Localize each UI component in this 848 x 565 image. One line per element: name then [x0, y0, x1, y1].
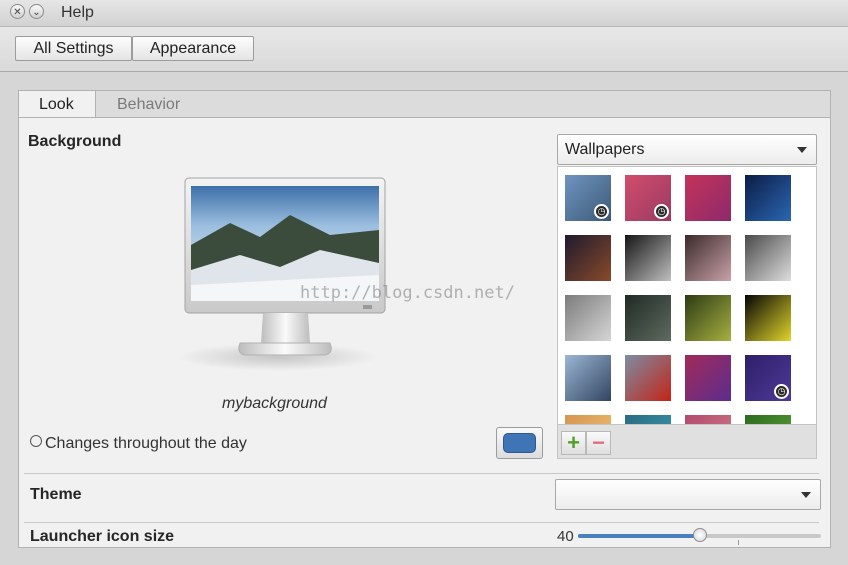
pink-abstract-thumb[interactable]: ◷ — [625, 175, 671, 221]
changes-throughout-day-text: Changes throughout the day — [45, 435, 247, 452]
wallpaper-source-value: Wallpapers — [565, 141, 645, 158]
theme-combo[interactable] — [555, 479, 821, 510]
launcher-icon-size-slider[interactable] — [578, 528, 821, 545]
violet-gradient-thumb[interactable] — [685, 355, 731, 401]
toolbar: All Settings Appearance — [0, 27, 848, 72]
sunset-thumb[interactable] — [565, 415, 611, 424]
appearance-button[interactable]: Appearance — [132, 36, 254, 61]
green-thumb[interactable] — [745, 415, 791, 424]
teal-thumb[interactable] — [625, 415, 671, 424]
slider-tick — [738, 540, 739, 545]
preview-name: mybackground — [222, 395, 327, 412]
chevron-down-icon: ⌄ — [32, 7, 41, 18]
add-wallpaper-button[interactable]: + — [561, 431, 586, 455]
minus-icon: − — [592, 430, 605, 455]
yellow-flower-thumb[interactable] — [745, 295, 791, 341]
tab-look[interactable]: Look — [19, 91, 96, 120]
close-icon: ✕ — [13, 7, 22, 18]
slideshow-clock-icon: ◷ — [594, 204, 609, 219]
slider-fill — [578, 534, 700, 538]
gallery-toolbar: + − — [557, 425, 817, 459]
tab-strip: Look Behavior — [18, 90, 831, 120]
magenta-abstract-thumb[interactable] — [685, 175, 731, 221]
blue-planet-thumb[interactable] — [745, 175, 791, 221]
remove-wallpaper-button[interactable]: − — [586, 431, 611, 455]
tab-behavior[interactable]: Behavior — [97, 91, 200, 119]
slideshow-clock-icon: ◷ — [654, 204, 669, 219]
misty-lake-thumb[interactable] — [565, 355, 611, 401]
night-sky-thumb[interactable] — [565, 235, 611, 281]
purple-pattern-thumb[interactable]: ◷ — [745, 355, 791, 401]
slideshow-clock-icon: ◷ — [774, 384, 789, 399]
launcher-icon-size-label: Launcher icon size — [30, 528, 175, 545]
monitor-icon — [178, 177, 386, 371]
dark-texture-thumb[interactable] — [625, 295, 671, 341]
window-menu-button[interactable]: ⌄ — [29, 4, 44, 19]
window-title: Help — [61, 4, 94, 21]
clock-thumb[interactable] — [625, 235, 671, 281]
bird-thumb[interactable] — [685, 295, 731, 341]
watermark-text: http://blog.csdn.net/ — [300, 283, 515, 303]
dropdown-arrow-icon — [801, 492, 811, 498]
beads-thumb[interactable] — [685, 235, 731, 281]
title-bar: ✕ ⌄ Help — [0, 0, 848, 27]
slider-handle[interactable] — [693, 528, 707, 542]
wallpaper-source-combo[interactable]: Wallpapers — [557, 134, 817, 165]
separator — [24, 473, 819, 474]
mountains-thumb[interactable]: ◷ — [565, 175, 611, 221]
color-picker-button[interactable] — [496, 427, 543, 459]
grass-thumb[interactable] — [745, 235, 791, 281]
color-swatch — [503, 433, 536, 453]
theme-label: Theme — [30, 486, 82, 503]
rose-thumb[interactable] — [685, 415, 731, 424]
dropdown-arrow-icon — [797, 147, 807, 153]
separator — [24, 522, 819, 523]
clock-icon — [30, 435, 42, 447]
background-heading: Background — [28, 133, 122, 150]
launcher-icon-size-value: 40 — [557, 528, 574, 545]
plus-icon: + — [567, 430, 580, 455]
all-settings-button[interactable]: All Settings — [15, 36, 132, 61]
ice-thumb[interactable] — [565, 295, 611, 341]
red-flowers-thumb[interactable] — [625, 355, 671, 401]
close-window-button[interactable]: ✕ — [10, 4, 25, 19]
wallpaper-gallery[interactable]: ◷ ◷ ◷ — [557, 166, 817, 425]
background-preview — [170, 175, 400, 375]
changes-throughout-day-label: Changes throughout the day — [30, 435, 247, 453]
